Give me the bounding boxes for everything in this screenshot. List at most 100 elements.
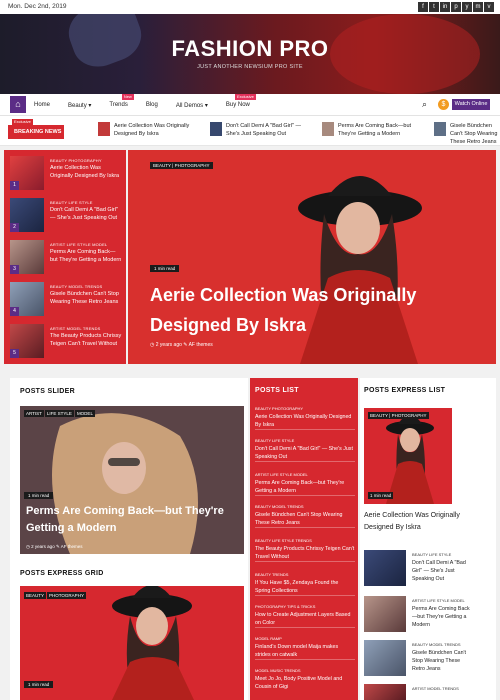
list-item[interactable]: MODEL MUSIC TRENDS Meet Jo Jo, Body Posi… [255,668,355,691]
post-categories[interactable]: BEAUTY PHOTOGRAPHY [50,158,102,163]
post-categories[interactable]: ARTIST MODEL TRENDS [412,686,459,691]
list-item[interactable]: BEAUTY LIFE STYLE TRENDS The Beauty Prod… [255,538,355,562]
post-title[interactable]: The Beauty Products Chrissy Teigen Can't… [50,332,122,348]
nav-item-all-demos[interactable]: All Demos ▾ [176,102,208,109]
nav-item-beauty[interactable]: Beauty ▾ [68,102,91,109]
ticker-title[interactable]: Perms Are Coming Back—but They're Gettin… [338,122,418,138]
tag-beauty[interactable]: BEAUTY [24,592,47,599]
mail-icon[interactable]: m [473,2,483,12]
tag-photography[interactable]: PHOTOGRAPHY [47,592,86,599]
post-title[interactable]: Gisele Bündchen Can't Stop Wearing These… [255,511,355,527]
home-icon[interactable]: ⌂ [10,96,26,113]
ticker-title[interactable]: Gisele Bündchen Can't Stop Wearing These… [450,122,500,146]
post-title[interactable]: Don't Call Demi A "Bad Girl" — She's Jus… [255,445,355,461]
list-item[interactable]: ARTIST LIFE STYLE MODEL Perms Are Coming… [364,596,492,634]
nav-item-trends[interactable]: Trends New [109,94,134,108]
nav-item-home[interactable]: Home [34,102,50,108]
list-item[interactable]: BEAUTY MODEL TRENDS Gisele Bündchen Can'… [364,640,492,678]
ticker-thumbnail [434,122,446,136]
post-categories[interactable]: BEAUTY LIFE STYLE [412,552,451,557]
post-categories[interactable]: MODEL MUSIC TRENDS [255,668,355,673]
ticker-title[interactable]: Don't Call Demi A "Bad Girl" — She's Jus… [226,122,306,138]
list-item[interactable]: 4 BEAUTY MODEL TRENDS Gisele Bündchen Ca… [8,280,124,320]
post-categories[interactable]: BEAUTY LIFE STYLE TRENDS [255,538,355,543]
list-item[interactable]: 1 BEAUTY PHOTOGRAPHY Aerie Collection Wa… [8,154,124,194]
post-title[interactable]: Perms Are Coming Back—but They're Gettin… [255,479,355,495]
post-categories[interactable]: PHOTOGRAPHY TIPS & TRICKS [255,604,355,609]
post-categories[interactable]: ARTIST LIFE STYLE MODEL [255,472,355,477]
grid-card[interactable]: BEAUTY PHOTOGRAPHY 1 min read [20,586,244,700]
post-title[interactable]: Finland's Down model Maija makes strides… [255,643,355,659]
nav-item-buy-now[interactable]: Buy Now Exclusive [226,94,256,108]
youtube-icon[interactable]: y [462,2,472,12]
post-title[interactable]: Aerie Collection Was Originally Designed… [255,413,355,429]
post-categories[interactable]: MODEL RAMP [255,636,355,641]
post-categories[interactable]: BEAUTY LIFE STYLE [255,438,355,443]
linkedin-icon[interactable]: in [440,2,450,12]
pinterest-icon[interactable]: p [451,2,461,12]
post-categories[interactable]: ARTIST LIFE STYLE MODEL [412,598,465,603]
post-categories[interactable]: ARTIST MODEL TRENDS [50,326,101,331]
twitter-icon[interactable]: t [429,2,439,12]
post-title[interactable]: Aerie Collection Was Originally Designed… [150,280,450,340]
post-title[interactable]: Gisele Bündchen Can't Stop Wearing These… [50,290,122,306]
search-icon[interactable]: ⌕ [422,99,427,110]
post-thumbnail[interactable] [364,640,406,676]
post-categories[interactable]: BEAUTY LIFE STYLE [50,200,93,205]
list-item[interactable]: PHOTOGRAPHY TIPS & TRICKS How to Create … [255,604,355,628]
slider-card[interactable]: ARTIST LIFE STYLE MODEL 1 min read Perms… [20,406,244,554]
list-item[interactable]: BEAUTY TRENDS If You Have $5, Zendaya Fo… [255,572,355,596]
list-item[interactable]: BEAUTY MODEL TRENDS Gisele Bündchen Can'… [255,504,355,528]
post-categories[interactable]: ARTIST LIFE STYLE MODEL [50,242,107,247]
ticker-item[interactable]: Gisele Bündchen Can't Stop Wearing These… [434,122,500,146]
list-item[interactable]: MODEL RAMP Finland's Down model Maija ma… [255,636,355,660]
post-categories[interactable]: BEAUTY TRENDS [255,572,355,577]
post-number: 3 [10,265,19,274]
ticker-item[interactable]: Perms Are Coming Back—but They're Gettin… [322,122,418,138]
post-categories[interactable]: BEAUTY MODEL TRENDS [412,642,461,647]
list-item[interactable]: ARTIST MODEL TRENDS [364,684,492,700]
post-title[interactable]: The Beauty Products Chrissy Teigen Can't… [255,545,355,561]
post-thumbnail[interactable] [364,550,406,586]
post-categories[interactable]: BEAUTY | PHOTOGRAPHY [150,162,213,169]
post-categories[interactable]: BEAUTY MODEL TRENDS [255,504,355,509]
express-featured-card[interactable]: BEAUTY | PHOTOGRAPHY 1 min read [364,408,452,504]
hero-featured-post[interactable]: BEAUTY | PHOTOGRAPHY 1 min read Aerie Co… [128,150,496,364]
post-title[interactable]: Don't Call Demi A "Bad Girl" — She's Jus… [412,559,474,583]
tag-artist[interactable]: ARTIST [24,410,44,417]
tag-life-style[interactable]: LIFE STYLE [44,410,74,417]
post-title[interactable]: Don't Call Demi A "Bad Girl" — She's Jus… [50,206,122,222]
ticker-title[interactable]: Aerie Collection Was Originally Designed… [114,122,194,138]
list-item[interactable]: BEAUTY LIFE STYLE Don't Call Demi A "Bad… [364,550,492,588]
post-title[interactable]: Gisele Bündchen Can't Stop Wearing These… [412,649,474,673]
post-thumbnail[interactable] [364,684,406,700]
list-item[interactable]: ARTIST LIFE STYLE MODEL Perms Are Coming… [255,472,355,496]
post-thumbnail[interactable] [364,596,406,632]
facebook-icon[interactable]: f [418,2,428,12]
post-title[interactable]: Perms Are Coming Back—but They're Gettin… [412,605,474,629]
post-title[interactable]: Aerie Collection Was Originally Designed… [364,510,476,534]
post-title[interactable]: How to Create Adjustment Layers Based on… [255,611,355,627]
coin-icon[interactable]: $ [438,99,449,110]
post-title[interactable]: Meet Jo Jo, Body Positive Model and Cous… [255,675,355,691]
tag-model[interactable]: MODEL [74,410,95,417]
list-item[interactable]: BEAUTY LIFE STYLE Don't Call Demi A "Bad… [255,438,355,462]
list-item[interactable]: BEAUTY PHOTOGRAPHY Aerie Collection Was … [255,406,355,430]
ticker-item[interactable]: Aerie Collection Was Originally Designed… [98,122,194,138]
post-title[interactable]: Perms Are Coming Back—but They're Gettin… [26,503,236,537]
site-title[interactable]: FASHION PRO [0,36,500,62]
nav-item-blog[interactable]: Blog [146,102,158,108]
ticker-item[interactable]: Don't Call Demi A "Bad Girl" — She's Jus… [210,122,306,138]
vimeo-icon[interactable]: v [484,2,494,12]
post-title[interactable]: Perms Are Coming Back—but They're Gettin… [50,248,122,264]
post-categories[interactable]: BEAUTY | PHOTOGRAPHY [368,412,429,419]
post-categories[interactable]: BEAUTY MODEL TRENDS [50,284,102,289]
post-title[interactable]: Aerie Collection Was Originally Designed… [50,164,122,180]
post-categories[interactable]: BEAUTY PHOTOGRAPHY [255,406,355,411]
watch-online-button[interactable]: Watch Online [452,99,490,110]
list-item[interactable]: 2 BEAUTY LIFE STYLE Don't Call Demi A "B… [8,196,124,236]
list-item[interactable]: 3 ARTIST LIFE STYLE MODEL Perms Are Comi… [8,238,124,278]
section-title: POSTS EXPRESS LIST [364,387,446,394]
post-title[interactable]: If You Have $5, Zendaya Found the Spring… [255,579,355,595]
list-item[interactable]: 5 ARTIST MODEL TRENDS The Beauty Product… [8,322,124,362]
